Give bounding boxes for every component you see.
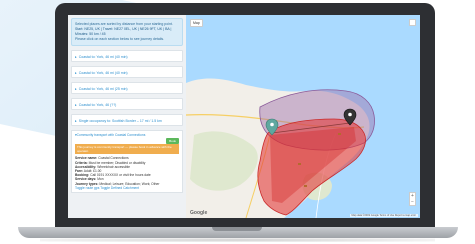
map[interactable]: Map + − Google Map data ©2019 Google Ter… — [186, 15, 420, 218]
map-attribution: Map data ©2019 Google Terms of Use Repor… — [349, 214, 418, 217]
map-type-toggle[interactable]: Map — [190, 19, 203, 27]
chevron-icon: ▸ — [75, 87, 77, 91]
journey-detail: ▾Community transport with Coastal Connec… — [71, 130, 183, 194]
accordion-item-5[interactable]: ▸ Single occupancy to: Scottish Border – … — [71, 114, 183, 126]
accordion-item-6[interactable]: ▾Community transport with Coastal Connec… — [75, 133, 179, 137]
google-logo: Google — [190, 210, 208, 216]
accordion-label: Coastal to: York, 46 mi (40 min) — [78, 71, 128, 75]
chevron-icon: ▸ — [75, 103, 77, 107]
info-box: Selected places are sorted by distance f… — [71, 18, 183, 46]
laptop-notch — [212, 227, 262, 231]
accordion-label: Community transport with Coastal Connect… — [76, 133, 146, 137]
accordion-label: Single occupancy to: Scottish Border – 1… — [78, 119, 162, 123]
chevron-icon: ▸ — [75, 119, 77, 123]
chevron-icon: ▸ — [75, 71, 77, 75]
place-pin — [298, 163, 301, 165]
zoom-control[interactable]: + − — [409, 192, 416, 206]
accordion-label: Coastal to: York, 46 (??) — [78, 103, 117, 107]
accordion-label: Coastal to: York, 46 mi (40 min) — [78, 55, 128, 59]
accordion-item-4[interactable]: ▸ Coastal to: York, 46 (??) — [71, 98, 183, 110]
warning-bar: This journey is community transport — pl… — [75, 144, 179, 155]
chevron-icon: ▸ — [75, 55, 77, 59]
info-line-3: Please click on each section below to se… — [75, 37, 165, 41]
info-line-2: Start: NE25, UK | Travel: NE27 0EL, UK |… — [75, 27, 172, 36]
place-pin — [338, 133, 341, 135]
laptop-shadow — [40, 238, 435, 242]
laptop-display: Selected places are sorted by distance f… — [68, 15, 420, 218]
accordion-item-1[interactable]: ▸ Coastal to: York, 46 mi (40 min) — [71, 50, 183, 62]
map-canvas[interactable] — [186, 15, 420, 218]
zoom-out-button[interactable]: − — [410, 199, 415, 205]
book-button[interactable]: Book — [166, 138, 179, 145]
accordion-item-2[interactable]: ▸ Coastal to: York, 46 mi (40 min) — [71, 66, 183, 78]
accordion-label: Coastal to: York, 46 mi (25 min) — [78, 87, 128, 91]
accordion-item-3[interactable]: ▸ Coastal to: York, 46 mi (25 min) — [71, 82, 183, 94]
journey-results-panel: Selected places are sorted by distance f… — [68, 15, 186, 218]
toggle-route-link[interactable]: Toggle route gps Toggle Defined Catchmen… — [75, 186, 179, 190]
place-pin — [304, 185, 307, 187]
fullscreen-icon[interactable] — [409, 19, 416, 26]
